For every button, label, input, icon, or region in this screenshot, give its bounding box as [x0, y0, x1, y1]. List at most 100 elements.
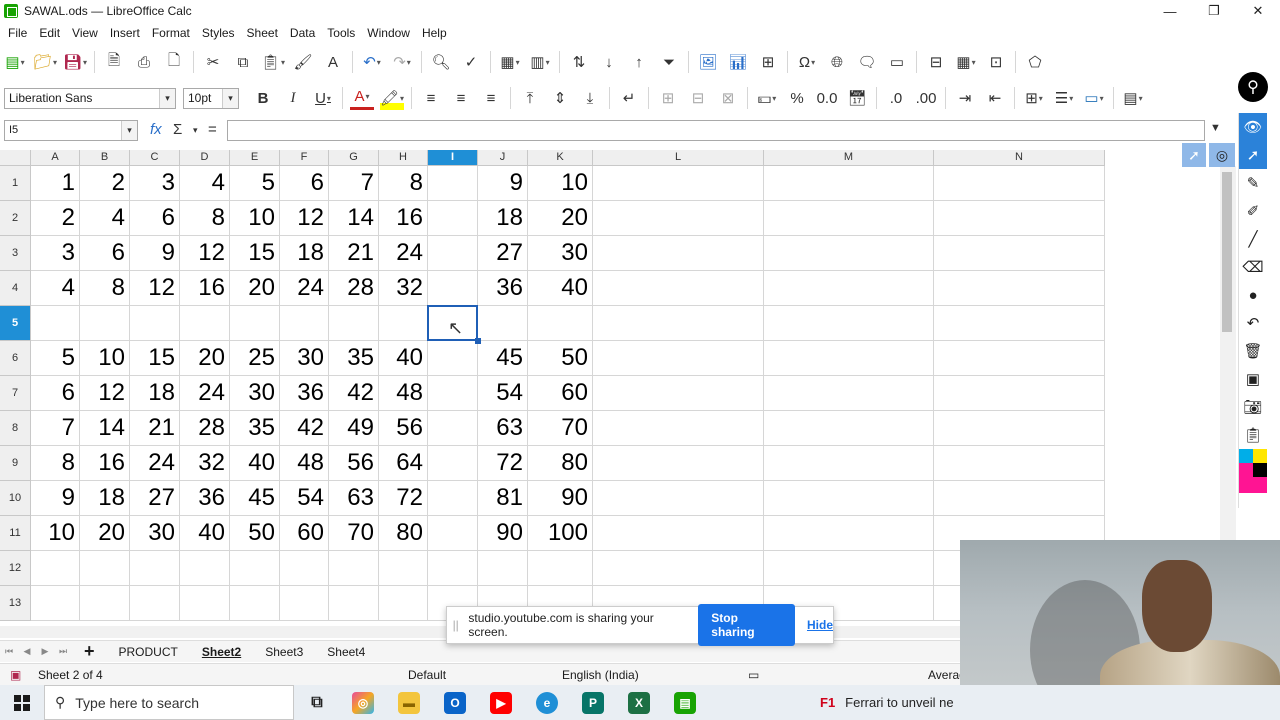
cell-j8[interactable]: 63 [478, 411, 528, 446]
align-bottom-icon[interactable]: ⤓ [578, 86, 602, 110]
row-header-3[interactable]: 3 [0, 236, 31, 271]
column-header-b[interactable]: B [80, 150, 130, 166]
font-size-box[interactable]: 10pt ▾ [183, 88, 239, 109]
cell-l7[interactable] [593, 376, 764, 411]
new-document-icon[interactable]: ▤ [3, 50, 27, 74]
cell-m2[interactable] [764, 201, 934, 236]
prev-sheet-icon[interactable]: ◀ [18, 646, 36, 657]
cell-i10[interactable] [428, 481, 478, 516]
menu-file[interactable]: File [2, 26, 33, 40]
page-style[interactable]: Default [408, 668, 446, 682]
highlighter-icon[interactable]: ✐ [1239, 197, 1267, 225]
column-header-c[interactable]: C [130, 150, 180, 166]
cell-b11[interactable]: 20 [80, 516, 130, 551]
font-name-box[interactable]: Liberation Sans ▾ [4, 88, 176, 109]
cell-e4[interactable]: 20 [230, 271, 280, 306]
copilot-icon[interactable]: ◎ [340, 685, 386, 720]
cell-l9[interactable] [593, 446, 764, 481]
sort-icon[interactable]: ⇅ [567, 50, 591, 74]
formula-equals-icon[interactable]: = [208, 121, 217, 138]
cyan-swatch[interactable] [1239, 449, 1253, 463]
cell-k11[interactable]: 100 [528, 516, 593, 551]
cell-h7[interactable]: 48 [379, 376, 428, 411]
cell-f3[interactable]: 18 [280, 236, 329, 271]
cell-i9[interactable] [428, 446, 478, 481]
cell-a2[interactable]: 2 [31, 201, 80, 236]
cell-e5[interactable] [230, 306, 280, 341]
hyperlink-icon[interactable]: 🌐︎ [825, 50, 849, 74]
cell-h3[interactable]: 24 [379, 236, 428, 271]
cell-e6[interactable]: 25 [230, 341, 280, 376]
undo-icon[interactable]: ↶ [360, 50, 384, 74]
cell-c9[interactable]: 24 [130, 446, 180, 481]
cell-j1[interactable]: 9 [478, 166, 528, 201]
undo-annotation-icon[interactable]: ↶ [1239, 309, 1267, 337]
last-sheet-icon[interactable]: ⏭ [54, 646, 72, 657]
cell-h6[interactable]: 40 [379, 341, 428, 376]
publisher-icon[interactable]: P [570, 685, 616, 720]
define-print-area-icon[interactable]: ⊟ [924, 50, 948, 74]
special-character-icon[interactable]: Ω [795, 50, 819, 74]
cell-a6[interactable]: 5 [31, 341, 80, 376]
cell-l1[interactable] [593, 166, 764, 201]
cell-d4[interactable]: 16 [180, 271, 230, 306]
eraser-icon[interactable]: ⌫ [1239, 253, 1267, 281]
cell-f9[interactable]: 48 [280, 446, 329, 481]
chevron-down-icon[interactable]: ▾ [222, 89, 238, 108]
date-format-icon[interactable]: 📅︎ [845, 86, 869, 110]
menu-help[interactable]: Help [416, 26, 453, 40]
cell-c7[interactable]: 18 [130, 376, 180, 411]
cell-e1[interactable]: 5 [230, 166, 280, 201]
name-box[interactable]: I5 ▾ [4, 120, 138, 141]
cell-c4[interactable]: 12 [130, 271, 180, 306]
cursor-arrow-icon[interactable]: ➚ [1239, 141, 1267, 169]
stop-sharing-button[interactable]: Stop sharing [698, 604, 795, 646]
cell-n6[interactable] [934, 341, 1105, 376]
column-header-f[interactable]: F [280, 150, 329, 166]
cell-b3[interactable]: 6 [80, 236, 130, 271]
cell-n4[interactable] [934, 271, 1105, 306]
column-header-e[interactable]: E [230, 150, 280, 166]
text-language[interactable]: English (India) [562, 668, 639, 682]
cell-a13[interactable] [31, 586, 80, 621]
column-header-n[interactable]: N [934, 150, 1105, 166]
cell-m3[interactable] [764, 236, 934, 271]
cell-k2[interactable]: 20 [528, 201, 593, 236]
percent-format-icon[interactable]: % [785, 86, 809, 110]
select-all-corner[interactable] [0, 150, 31, 166]
row-header-7[interactable]: 7 [0, 376, 31, 411]
menu-sheet[interactable]: Sheet [241, 26, 284, 40]
scrollbar-thumb[interactable] [1222, 172, 1232, 332]
cell-l5[interactable] [593, 306, 764, 341]
tab-sheet2[interactable]: Sheet2 [190, 645, 253, 659]
cell-h8[interactable]: 56 [379, 411, 428, 446]
cell-f1[interactable]: 6 [280, 166, 329, 201]
cell-k9[interactable]: 80 [528, 446, 593, 481]
bold-icon[interactable]: B [251, 86, 275, 110]
cell-a4[interactable]: 4 [31, 271, 80, 306]
row-header-4[interactable]: 4 [0, 271, 31, 306]
clone-formatting-icon[interactable]: 🖌 [291, 50, 315, 74]
cell-b5[interactable] [80, 306, 130, 341]
cell-f6[interactable]: 30 [280, 341, 329, 376]
cell-a8[interactable]: 7 [31, 411, 80, 446]
dot-icon[interactable]: ● [1239, 281, 1267, 309]
cell-h11[interactable]: 80 [379, 516, 428, 551]
cell-j10[interactable]: 81 [478, 481, 528, 516]
cell-d3[interactable]: 12 [180, 236, 230, 271]
cell-d8[interactable]: 28 [180, 411, 230, 446]
cell-e11[interactable]: 50 [230, 516, 280, 551]
row-icon[interactable]: ▦ [498, 50, 522, 74]
whiteboard-icon[interactable]: ▣ [1239, 365, 1267, 393]
increase-indent-icon[interactable]: ⇥ [953, 86, 977, 110]
cell-e8[interactable]: 35 [230, 411, 280, 446]
export-pdf-icon[interactable]: 🗎 [102, 50, 126, 74]
selection-mode-icon[interactable]: ▭ [748, 668, 759, 682]
cell-h1[interactable]: 8 [379, 166, 428, 201]
cell-c3[interactable]: 9 [130, 236, 180, 271]
sort-descending-icon[interactable]: ↑ [627, 50, 651, 74]
highlight-color-icon[interactable]: 🖍 [380, 86, 404, 110]
save-icon[interactable]: 💾︎ [63, 50, 87, 74]
cell-n3[interactable] [934, 236, 1105, 271]
cell-d11[interactable]: 40 [180, 516, 230, 551]
